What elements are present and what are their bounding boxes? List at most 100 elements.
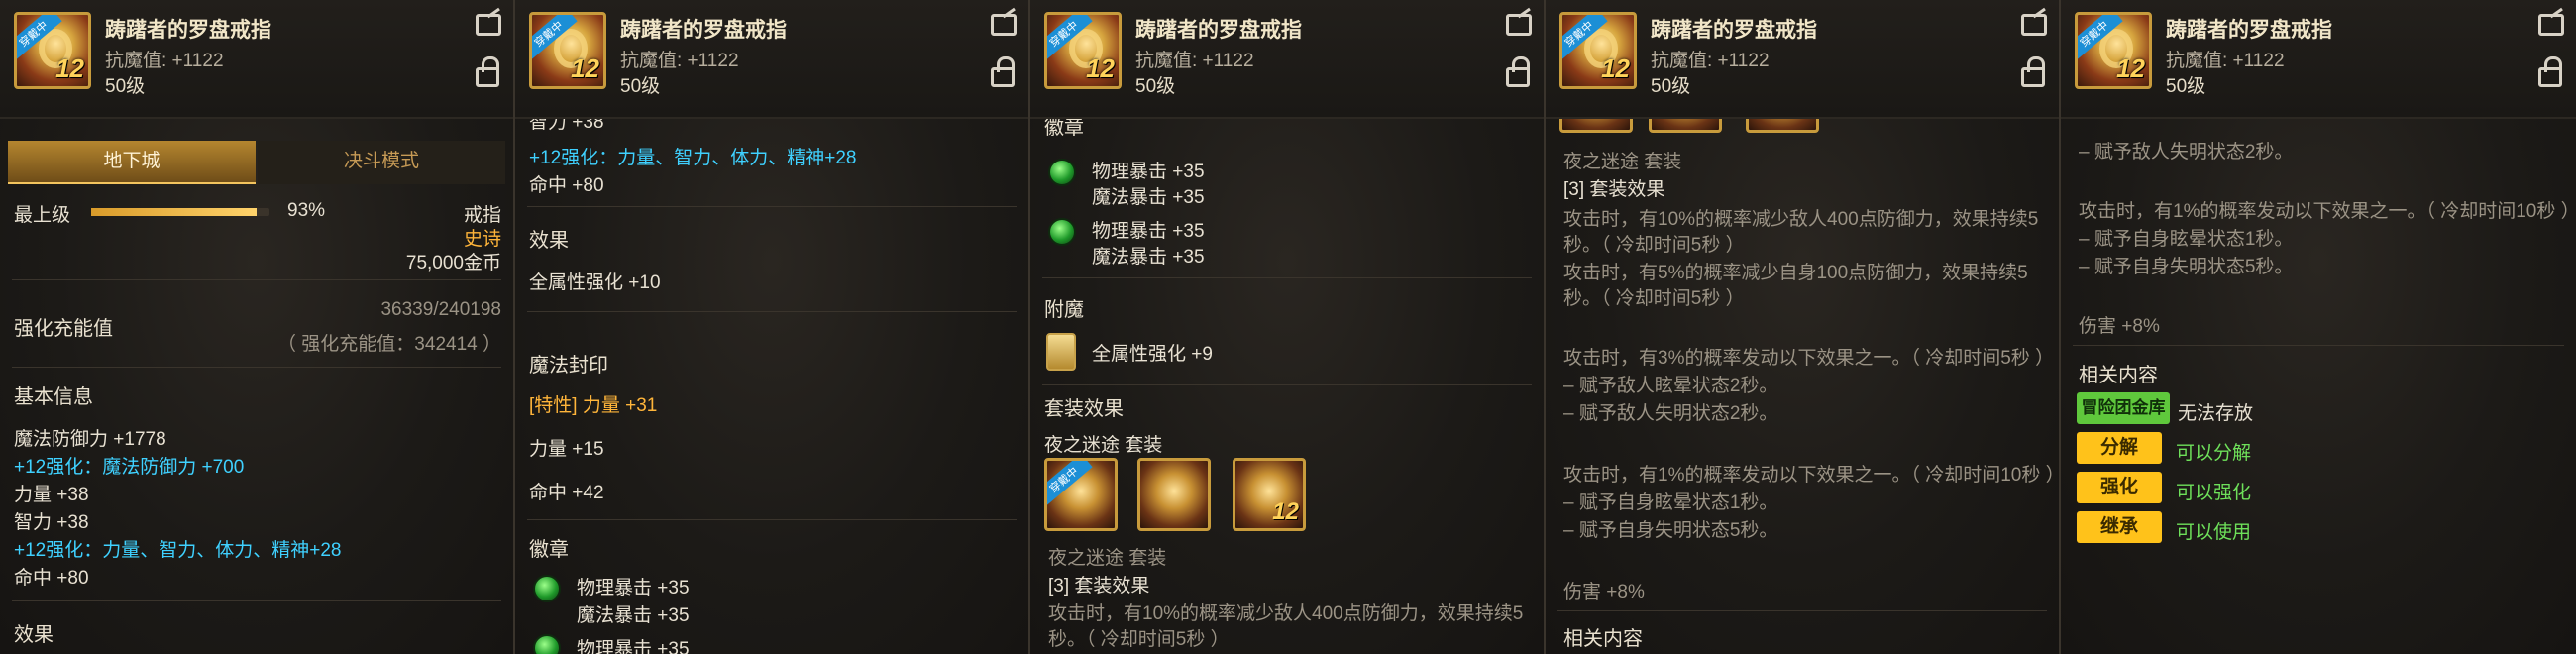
item-level: 50级	[2166, 76, 2206, 97]
set-count: [3] 套装效果	[1563, 179, 1665, 200]
emblem-line: 物理暴击 +35	[577, 578, 690, 599]
lock-icon[interactable]	[991, 56, 1015, 87]
item-price: 75,000金币	[405, 253, 501, 273]
emblem-icon	[533, 575, 561, 602]
item-name: 踌躇者的罗盘戒指	[1651, 19, 1817, 42]
resist-value: 抗魔值: +1122	[1135, 51, 1254, 71]
share-icon[interactable]	[1506, 14, 1532, 36]
emblem-title: 徽章	[529, 539, 569, 561]
set-count: [3] 套装效果	[1048, 576, 1150, 597]
lock-icon[interactable]	[2021, 56, 2045, 87]
emblem-line: 物理暴击 +35	[1092, 221, 1205, 242]
set-desc: – 赋予敌人失明状态2秒。	[2079, 142, 2294, 163]
disassemble-status: 可以分解	[2176, 443, 2252, 464]
set-desc: 攻击时，有1%的概率发动以下效果之一。（ 冷却时间10秒 ）	[2079, 201, 2576, 222]
effect-title: 效果	[14, 624, 54, 646]
resist-value: 抗魔值: +1122	[2166, 51, 2285, 71]
set-desc: – 赋予自身眩晕状态1秒。	[1563, 492, 1778, 513]
equipped-tag: 穿戴中	[1047, 461, 1093, 506]
set-desc: 秒。（ 冷却时间5秒 ）	[1563, 288, 1745, 309]
tooltip-panel-2: 穿戴中 12 踌躇者的罗盘戒指 抗魔值: +1122 50级 智力 +38 +12…	[515, 0, 1030, 654]
seal-line: 力量 +15	[529, 439, 604, 460]
grade-percent: 93%	[287, 200, 326, 221]
item-header: 穿戴中 12 踌躇者的罗盘戒指 抗魔值: +1122 50级	[515, 0, 1028, 119]
ring-item-icon: 穿戴中 12	[2075, 12, 2152, 89]
enhance-status: 可以强化	[2176, 483, 2252, 503]
set-name: 夜之迷途 套装	[1048, 548, 1167, 569]
set-item-icon[interactable]	[1649, 119, 1722, 133]
item-header: 穿戴中 12 踌躇者的罗盘戒指 抗魔值: +1122 50级	[0, 0, 513, 119]
set-name: 夜之迷途 套装	[1044, 435, 1163, 456]
item-header: 穿戴中 12 踌躇者的罗盘戒指 抗魔值: +1122 50级	[1030, 0, 1544, 119]
seal-line: [特性] 力量 +31	[529, 395, 658, 416]
set-item-icon[interactable]	[1746, 119, 1819, 133]
effect-line: 全属性强化 +10	[529, 272, 661, 293]
lock-icon[interactable]	[476, 56, 499, 87]
set-item-icon[interactable]: 12	[1233, 458, 1306, 531]
charge-label: 强化充能值	[14, 318, 113, 340]
grade-progress	[91, 208, 269, 216]
lock-icon[interactable]	[1506, 56, 1530, 87]
ring-item-icon: 穿戴中 12	[1559, 12, 1637, 89]
charge-sub: （ 强化充能值：342414 ）	[277, 334, 501, 355]
emblem-title: 徽章	[1044, 119, 1084, 139]
enchant-line: 全属性强化 +9	[1092, 344, 1213, 365]
share-icon[interactable]	[991, 14, 1017, 36]
item-header: 穿戴中 12 踌躇者的罗盘戒指 抗魔值: +1122 50级	[1546, 0, 2059, 119]
tab-dungeon[interactable]: 地下城	[8, 141, 256, 184]
set-desc: – 赋予自身失明状态5秒。	[2079, 257, 2294, 277]
damage-line: 伤害 +8%	[1563, 582, 1645, 602]
set-item-icon[interactable]	[1559, 119, 1633, 133]
item-type: 戒指	[463, 205, 501, 226]
ring-item-icon: 穿戴中 12	[529, 12, 606, 89]
resist-value: 抗魔值: +1122	[105, 51, 224, 71]
stat-line: +12强化：力量、智力、体力、精神+28	[14, 540, 342, 561]
inherit-button[interactable]: 继承	[2077, 511, 2162, 543]
share-icon[interactable]	[476, 14, 501, 36]
set-desc: – 赋予自身眩晕状态1秒。	[2079, 229, 2294, 250]
emblem-icon	[1048, 218, 1076, 246]
related-title: 相关内容	[1563, 628, 1643, 650]
grade-label: 最上级	[14, 205, 71, 226]
seal-line: 命中 +42	[529, 483, 604, 503]
tooltip-panel-3: 穿戴中 12 踌躇者的罗盘戒指 抗魔值: +1122 50级 徽章 物理暴击 +3…	[1030, 0, 1546, 654]
stat-line: 智力 +38	[529, 119, 604, 133]
enchant-card-icon	[1046, 333, 1076, 371]
stat-line: 魔法防御力 +1778	[14, 429, 166, 450]
adventure-vault-button[interactable]: 冒险团金库	[2077, 392, 2170, 424]
seal-title: 魔法封印	[529, 355, 608, 377]
tooltip-panel-1: 穿戴中 12 踌躇者的罗盘戒指 抗魔值: +1122 50级 地下城 决斗模式 最…	[0, 0, 515, 654]
mode-tabs: 地下城 决斗模式	[8, 141, 507, 184]
tab-duel[interactable]: 决斗模式	[258, 141, 505, 184]
tooltip-panel-4: 穿戴中 12 踌躇者的罗盘戒指 抗魔值: +1122 50级 夜之迷途 套装 [3…	[1546, 0, 2061, 654]
stat-line: 力量 +38	[14, 485, 89, 505]
disassemble-button[interactable]: 分解	[2077, 432, 2162, 464]
emblem-line: 魔法暴击 +35	[577, 605, 690, 626]
enhance-level: 12	[571, 54, 599, 83]
emblem-icon	[1048, 159, 1076, 186]
stat-line: 命中 +80	[529, 175, 604, 196]
enhance-button[interactable]: 强化	[2077, 472, 2162, 503]
ring-item-icon: 穿戴中 12	[14, 12, 91, 89]
set-desc: 攻击时，有3%的概率发动以下效果之一。（ 冷却时间5秒 ）	[1563, 348, 2055, 369]
share-icon[interactable]	[2021, 14, 2047, 36]
set-item-icon[interactable]: 穿戴中	[1044, 458, 1118, 531]
set-desc: – 赋予敌人失明状态2秒。	[1563, 403, 1778, 424]
set-desc: 攻击时，有1%的概率发动以下效果之一。（ 冷却时间10秒 ）	[1563, 465, 2059, 486]
lock-icon[interactable]	[2538, 56, 2562, 87]
emblem-line: 物理暴击 +35	[577, 639, 690, 654]
effect-title: 效果	[529, 230, 569, 252]
enhance-level: 12	[1601, 54, 1630, 83]
emblem-line: 物理暴击 +35	[1092, 162, 1205, 182]
item-level: 50级	[1651, 76, 1691, 97]
item-header: 穿戴中 12 踌躇者的罗盘戒指 抗魔值: +1122 50级	[2061, 0, 2576, 119]
set-desc: 攻击时，有10%的概率减少敌人400点防御力，效果持续5	[1048, 603, 1524, 624]
share-icon[interactable]	[2538, 14, 2564, 36]
item-rarity: 史诗	[463, 229, 501, 250]
set-effect-title: 套装效果	[1044, 398, 1124, 420]
item-level: 50级	[105, 76, 146, 97]
resist-value: 抗魔值: +1122	[620, 51, 739, 71]
item-level: 50级	[1135, 76, 1176, 97]
set-item-icon[interactable]	[1137, 458, 1211, 531]
inherit-status: 可以使用	[2176, 522, 2252, 543]
